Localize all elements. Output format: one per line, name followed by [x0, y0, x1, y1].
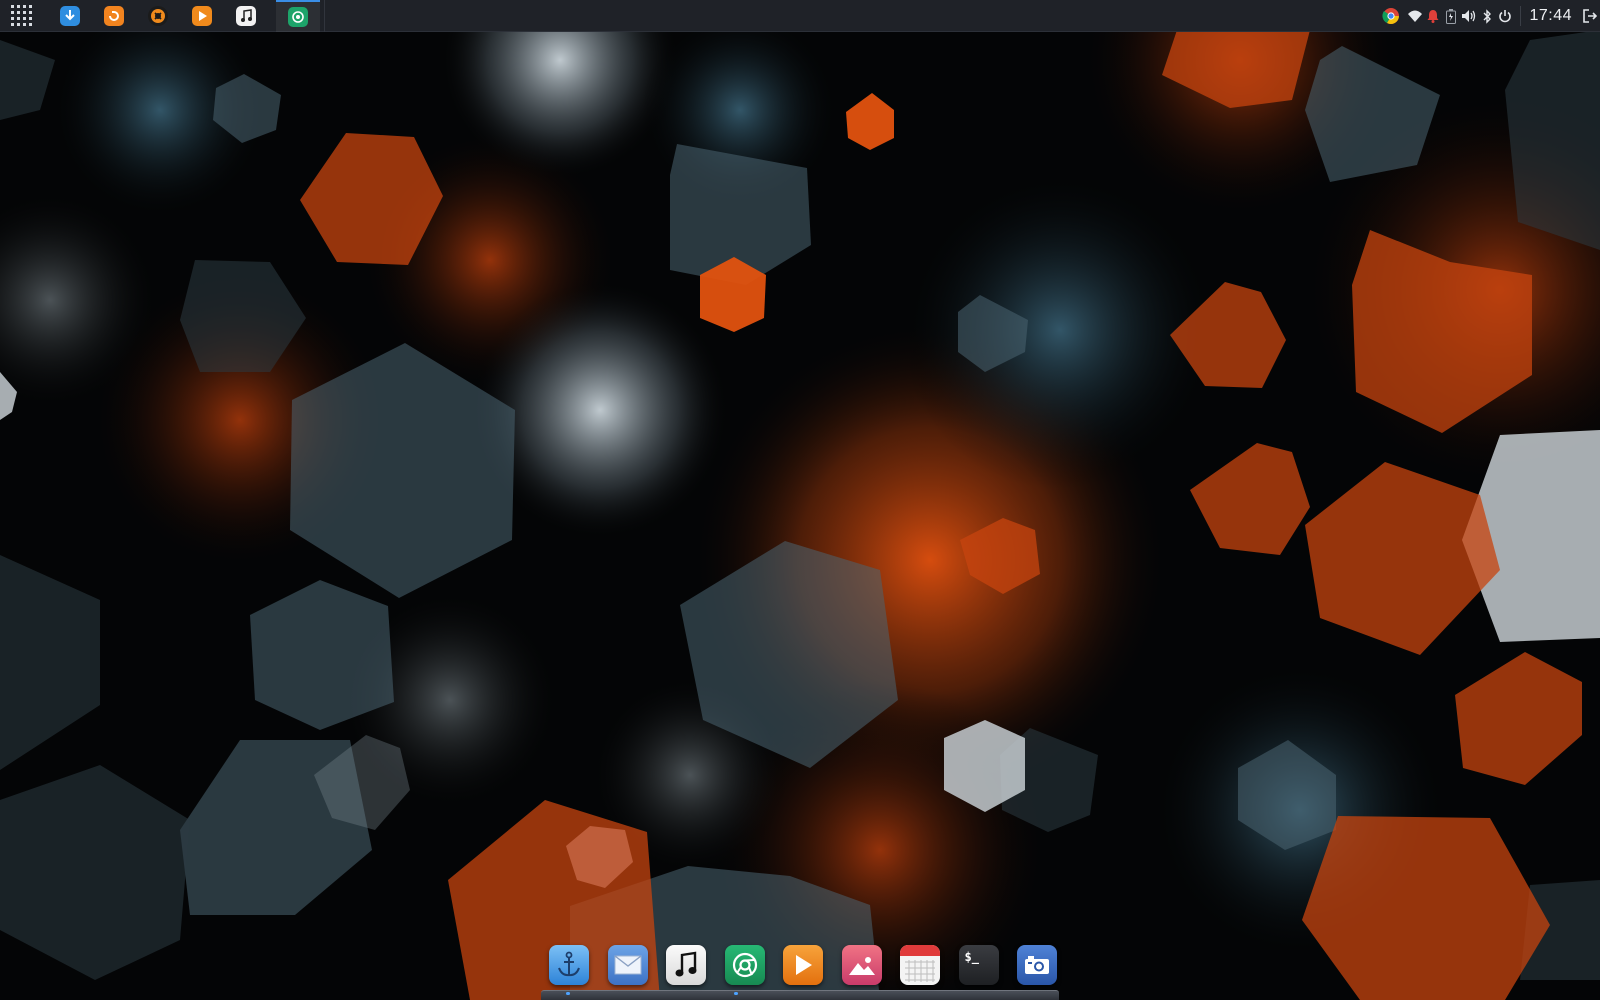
bluetooth-icon[interactable] [1478, 0, 1496, 32]
task-media-player[interactable] [136, 0, 180, 32]
dock-item-calendar[interactable] [899, 944, 941, 986]
dock-item-terminal[interactable]: $_ [958, 944, 1000, 986]
anchor-icon [549, 945, 589, 985]
picture-icon [841, 945, 882, 985]
terminal-prompt: $_ [964, 950, 979, 964]
clock[interactable]: 17:44 [1529, 7, 1580, 25]
desktop: 17:44 $_ [0, 0, 1600, 1000]
video-player-icon [192, 5, 212, 26]
dock-item-browser[interactable] [724, 944, 766, 986]
dock-shelf [541, 990, 1059, 1000]
calendar-icon [900, 945, 940, 985]
task-browser[interactable] [276, 0, 320, 32]
terminal-icon: $_ [958, 945, 999, 985]
dock-item-video-player[interactable] [782, 944, 824, 986]
logout-icon[interactable] [1580, 0, 1600, 32]
system-tray: 17:44 [1382, 0, 1600, 32]
top-panel: 17:44 [0, 0, 1600, 32]
dock-item-screenshot[interactable] [1016, 944, 1058, 986]
dock: $_ [548, 944, 1058, 988]
wallpaper [0, 0, 1600, 1000]
dock-item-mail[interactable] [607, 944, 649, 986]
chrome-icon[interactable] [1382, 0, 1400, 32]
task-download-manager[interactable] [48, 0, 92, 32]
browser-icon [288, 6, 308, 27]
music-player-icon [236, 5, 256, 26]
dock-item-anchor-launcher[interactable] [548, 944, 590, 986]
music-note-icon [666, 945, 706, 985]
mail-icon [607, 945, 648, 985]
volume-icon[interactable] [1460, 0, 1478, 32]
tray-separator [1520, 6, 1522, 26]
app-grid-icon [10, 5, 32, 26]
backup-app-icon [104, 5, 124, 26]
running-indicator [566, 992, 570, 995]
task-music-player[interactable] [224, 0, 268, 32]
camera-icon [1017, 945, 1057, 985]
task-video-player[interactable] [180, 0, 224, 32]
download-manager-icon [60, 5, 80, 26]
task-backup-app[interactable] [92, 0, 136, 32]
play-icon [783, 945, 823, 985]
dock-item-music[interactable] [665, 944, 707, 986]
app-launcher-button[interactable] [0, 0, 42, 32]
panel-separator [324, 0, 325, 32]
wifi-icon[interactable] [1406, 0, 1424, 32]
dock-item-image-viewer[interactable] [841, 944, 883, 986]
notification-bell-icon[interactable] [1424, 0, 1442, 32]
battery-icon[interactable] [1442, 0, 1460, 32]
power-icon[interactable] [1496, 0, 1514, 32]
running-indicator [734, 992, 738, 995]
media-player-icon [148, 5, 168, 26]
chrome-icon [724, 945, 765, 985]
